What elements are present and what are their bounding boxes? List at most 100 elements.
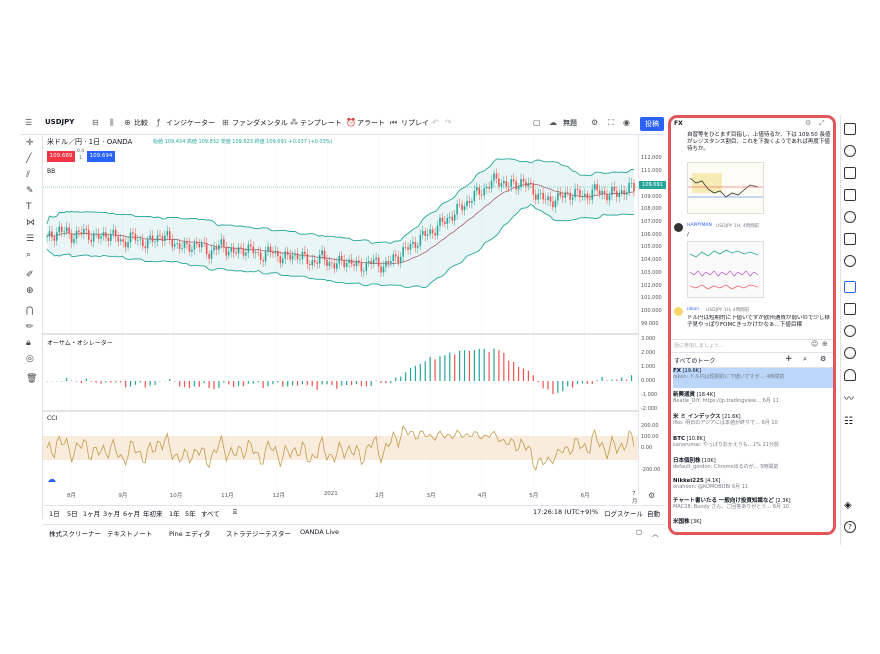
- alarm-icon[interactable]: ⏰: [346, 118, 356, 127]
- brush-icon[interactable]: ✎: [26, 186, 34, 196]
- room-item[interactable]: 米 ミ インデックス [21.6K] ifko: 明日のアジアには本値が終りで……: [673, 414, 833, 426]
- layout-name[interactable]: 無題: [563, 118, 577, 128]
- layers-icon[interactable]: ◈: [844, 501, 856, 513]
- text-icon[interactable]: T: [26, 202, 32, 212]
- log-scale-toggle[interactable]: ログスケール: [604, 508, 643, 518]
- zoom-icon[interactable]: ⌕: [26, 250, 31, 260]
- data-window-icon[interactable]: [844, 167, 856, 179]
- emoji-icon[interactable]: ☺: [811, 340, 818, 348]
- publish-button[interactable]: 投稿: [640, 117, 664, 131]
- range-1d[interactable]: 1日: [49, 508, 60, 518]
- interval-icon[interactable]: ⊟: [92, 118, 99, 127]
- crosshair-icon[interactable]: ✛: [26, 138, 34, 148]
- replay-button[interactable]: リプレイ: [401, 118, 429, 128]
- tab-trading-panel[interactable]: OANDA Live: [300, 528, 339, 536]
- indicators-button[interactable]: インジケーター: [166, 118, 215, 128]
- pie-chart-icon[interactable]: [844, 211, 856, 223]
- magnet-icon[interactable]: ⋂: [26, 306, 33, 316]
- redo-icon[interactable]: ↷: [445, 118, 452, 127]
- range-3m[interactable]: 3ヶ月: [103, 508, 120, 518]
- chart-area[interactable]: 米ドル／円 · 1日 · OANDA 始値 109.434 高値 109.832…: [43, 134, 638, 519]
- camera-icon[interactable]: ◉: [623, 118, 630, 127]
- range-5d[interactable]: 5日: [67, 508, 78, 518]
- sell-button[interactable]: 109.689: [47, 151, 75, 162]
- pattern-icon[interactable]: ⋈: [26, 218, 35, 228]
- alert-button[interactable]: アラート: [357, 118, 385, 128]
- room-item[interactable]: BTC [10.8K] kanarumai: やっぱりおかえりも…1% 21分前: [673, 436, 833, 448]
- price-scale[interactable]: 112.000111.000110.000109.000108.000107.0…: [638, 134, 666, 500]
- room-item[interactable]: 米国株 [3K]: [673, 519, 833, 525]
- range-1y[interactable]: 1年: [169, 508, 180, 518]
- range-ytd[interactable]: 年初来: [143, 508, 163, 518]
- settings-icon[interactable]: ⚙: [591, 118, 598, 127]
- undo-icon[interactable]: ↶: [432, 118, 439, 127]
- indicators-icon[interactable]: ƒ: [157, 118, 160, 127]
- cloud-icon[interactable]: ☁: [549, 118, 557, 127]
- bar-style-icon[interactable]: ⫼: [110, 118, 114, 128]
- order-panel-icon[interactable]: ☷: [844, 417, 856, 429]
- attach-icon[interactable]: ⊕: [822, 340, 828, 348]
- tab-text-notes[interactable]: テキストノート: [107, 528, 152, 538]
- notifications-icon[interactable]: [844, 369, 856, 381]
- fundamentals-button[interactable]: ファンダメンタル: [232, 118, 288, 128]
- scale-settings-icon[interactable]: ⚙: [648, 491, 655, 500]
- compare-icon[interactable]: ⊕: [124, 118, 131, 127]
- buy-button[interactable]: 109.694: [87, 151, 115, 162]
- lightbulb-icon[interactable]: [844, 255, 856, 267]
- trading-panel-icon[interactable]: 〰: [844, 395, 856, 407]
- help-icon[interactable]: ?: [844, 521, 856, 533]
- time-axis[interactable]: 8月 9月 10月 11月 12月 2021 2月 3月 4月 5月 6月 7月: [43, 491, 638, 505]
- news-icon[interactable]: [844, 189, 856, 201]
- trash-icon[interactable]: 🗑︎: [26, 374, 37, 384]
- private-chat-icon[interactable]: [844, 303, 856, 315]
- minimize-icon[interactable]: ▢: [636, 528, 642, 536]
- chat-chart-thumbnail-2[interactable]: [687, 241, 764, 298]
- range-5y[interactable]: 5年: [185, 508, 196, 518]
- goto-date-icon[interactable]: ⌸: [233, 508, 237, 517]
- range-6m[interactable]: 6ヶ月: [123, 508, 140, 518]
- ruler-icon[interactable]: ✐: [26, 270, 34, 280]
- pitchfork-icon[interactable]: ⫽: [26, 170, 30, 180]
- room-item[interactable]: Nikkei225 [4.1K] onahoon: @KOMOBOBI 6月 1…: [673, 478, 833, 490]
- avatar[interactable]: [674, 223, 683, 232]
- tab-stock-screener[interactable]: 株式スクリーナー: [49, 528, 101, 538]
- symbol-search[interactable]: USDJPY: [45, 118, 74, 126]
- chat-settings-icon[interactable]: ⚙: [805, 119, 811, 127]
- search-icon[interactable]: ⌕: [803, 355, 807, 364]
- chat-user-3[interactable]: nikon: [687, 307, 699, 312]
- expand-icon[interactable]: ︿: [652, 528, 659, 538]
- compare-button[interactable]: 比較: [134, 118, 148, 128]
- auto-scale-toggle[interactable]: 自動: [647, 508, 660, 518]
- chat-user-2[interactable]: HAPPYMAN: [687, 223, 712, 228]
- templates-button[interactable]: テンプレート: [300, 118, 342, 128]
- alarm-clock-icon[interactable]: [844, 145, 856, 157]
- chats-icon[interactable]: [844, 281, 856, 293]
- avatar[interactable]: [674, 307, 683, 316]
- zoom-in-icon[interactable]: ⊕: [26, 286, 34, 296]
- chat-chart-thumbnail-1[interactable]: [687, 162, 764, 214]
- price-chart[interactable]: [43, 134, 638, 505]
- room-item-fx[interactable]: FX [19.6K] nikon: ドル円は短期的に下値いですが… 4時間前: [673, 368, 833, 388]
- layout-icon[interactable]: ▢: [533, 118, 541, 127]
- measure-icon[interactable]: ☰: [26, 234, 34, 244]
- fullscreen-icon[interactable]: ⛶: [608, 118, 614, 128]
- chat-input[interactable]: 話に参加しましょう…: [674, 342, 724, 349]
- room-settings-icon[interactable]: ⚙: [820, 355, 826, 363]
- templates-icon[interactable]: ⁂: [290, 118, 298, 127]
- lock-drawing-icon[interactable]: ✏: [26, 322, 34, 332]
- eye-icon[interactable]: ◎: [26, 354, 34, 364]
- range-1m[interactable]: 1ヶ月: [83, 508, 100, 518]
- chat-collapse-icon[interactable]: ⤢: [819, 119, 825, 128]
- trendline-icon[interactable]: ╱: [26, 154, 31, 164]
- room-item[interactable]: チャート書いたる 一般向け投資知識など [2.3K] MAC28: Bundy …: [673, 498, 833, 510]
- streams-icon[interactable]: [844, 347, 856, 359]
- watchlist-icon[interactable]: [844, 123, 856, 135]
- menu-icon[interactable]: ☰: [25, 118, 32, 127]
- room-item[interactable]: 新興通貨 [18.4K] Beatle_DIY: https://jp.trad…: [673, 392, 833, 404]
- calendar-icon[interactable]: [844, 233, 856, 245]
- add-room-icon[interactable]: +: [785, 354, 793, 364]
- replay-icon[interactable]: ⏮: [390, 118, 397, 128]
- tab-pine-editor[interactable]: Pine エディタ: [169, 528, 210, 538]
- ideas-stream-icon[interactable]: [844, 325, 856, 337]
- room-item[interactable]: 日本個別株 [10K] default_gordon: Chrome出るのが… …: [673, 458, 833, 470]
